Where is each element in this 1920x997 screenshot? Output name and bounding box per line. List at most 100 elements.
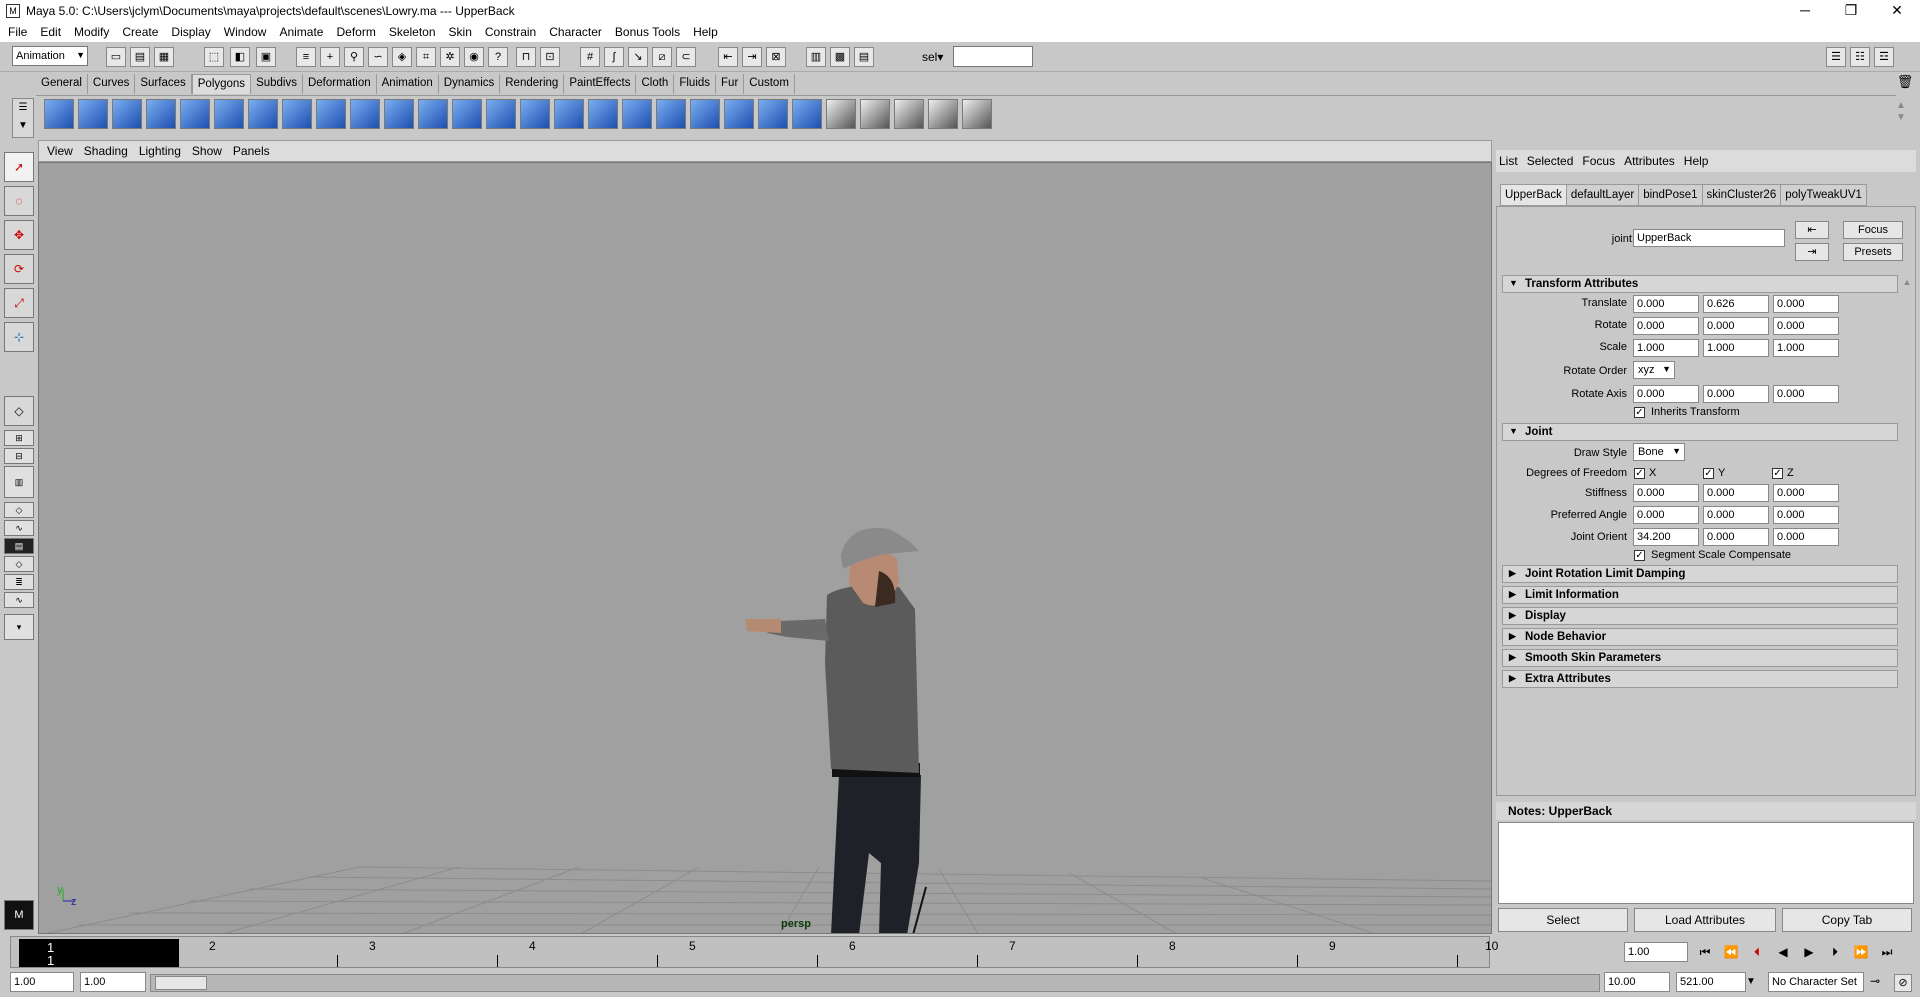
outliner-persp-layout-icon[interactable]: ▥ [4, 466, 34, 498]
ae-menu-focus[interactable]: Focus [1582, 154, 1615, 168]
poly-plane-icon[interactable] [180, 99, 210, 129]
lock-selection-icon[interactable]: ⊓ [516, 47, 536, 67]
poly-cube-icon[interactable] [78, 99, 108, 129]
menu-file[interactable]: File [8, 25, 27, 39]
animation-start-field[interactable]: 1.00 [10, 972, 74, 992]
smooth-icon[interactable] [384, 99, 414, 129]
dopesheet-layout-icon[interactable]: ≣ [4, 574, 34, 590]
translate-z-field[interactable]: 0.000 [1773, 295, 1839, 313]
current-time-field[interactable]: 1.00 [1624, 942, 1688, 962]
ipr-render-icon[interactable]: ▩ [830, 47, 850, 67]
rotate-y-field[interactable]: 0.000 [1703, 317, 1769, 335]
trash-icon[interactable]: 🗑 [1896, 74, 1914, 92]
wedge-face-icon[interactable] [656, 99, 686, 129]
select-deformers-icon[interactable]: ⌗ [416, 47, 436, 67]
spherical-mapping-icon[interactable] [894, 99, 924, 129]
panel-menu-lighting[interactable]: Lighting [139, 144, 181, 158]
show-channel-box-icon[interactable]: ☰ [1826, 47, 1846, 67]
graph-editor-layout-icon[interactable]: ∿ [4, 520, 34, 536]
select-surfaces-icon[interactable]: ◈ [392, 47, 412, 67]
highlight-selection-icon[interactable]: ⊡ [540, 47, 560, 67]
shelf-tab-custom[interactable]: Custom [744, 74, 795, 94]
character-set-field[interactable]: No Character Set [1768, 972, 1864, 992]
range-slider-track[interactable] [150, 974, 1600, 992]
menu-edit[interactable]: Edit [40, 25, 61, 39]
menu-deform[interactable]: Deform [336, 25, 375, 39]
select-hierarchy-icon[interactable]: ⬚ [204, 47, 224, 67]
menu-character[interactable]: Character [549, 25, 602, 39]
rotate-x-field[interactable]: 0.000 [1633, 317, 1699, 335]
shelf-tab-cloth[interactable]: Cloth [636, 74, 675, 94]
ae-tab-bindpose1[interactable]: bindPose1 [1639, 184, 1703, 206]
menu-skeleton[interactable]: Skeleton [389, 25, 436, 39]
shelf-tab-curves[interactable]: Curves [88, 74, 136, 94]
joint-orient-y-field[interactable]: 0.000 [1703, 528, 1769, 546]
shelf-tab-deformation[interactable]: Deformation [303, 74, 377, 94]
inherits-transform-checkbox[interactable]: ✓ [1634, 407, 1645, 418]
auto-key-icon[interactable]: ⊸ [1870, 974, 1880, 988]
section-smooth-skin-parameters[interactable]: ▶ Smooth Skin Parameters [1502, 649, 1898, 667]
four-view-layout-icon[interactable]: ⊞ [4, 430, 34, 446]
panel-menu-view[interactable]: View [47, 144, 73, 158]
graph-layout-icon[interactable]: ∿ [4, 592, 34, 608]
panel-menu-shading[interactable]: Shading [84, 144, 128, 158]
extract-icon[interactable] [724, 99, 754, 129]
automatic-mapping-icon[interactable] [928, 99, 958, 129]
ae-tab-skincluster26[interactable]: skinCluster26 [1702, 184, 1782, 206]
select-tool-icon[interactable]: ➚ [4, 152, 34, 182]
node-name-field[interactable]: UpperBack [1633, 229, 1785, 247]
selection-name-field[interactable] [953, 46, 1033, 67]
load-attributes-button[interactable]: Load Attributes [1634, 908, 1776, 932]
ae-scrollbar[interactable]: ▲ [1901, 277, 1913, 795]
rotate-axis-y-field[interactable]: 0.000 [1703, 385, 1769, 403]
split-polygon-icon[interactable] [520, 99, 550, 129]
input-operations-icon[interactable]: ⇤ [718, 47, 738, 67]
notes-textarea[interactable] [1498, 822, 1914, 904]
animation-end-field[interactable]: 521.00 [1676, 972, 1746, 992]
construction-history-icon[interactable]: ⊠ [766, 47, 786, 67]
menu-create[interactable]: Create [122, 25, 158, 39]
persp-outliner-layout-icon[interactable]: ◇ [4, 556, 34, 572]
copy-tab-button[interactable]: Copy Tab [1782, 908, 1912, 932]
close-button[interactable]: ✕ [1874, 0, 1920, 22]
menu-animate[interactable]: Animate [279, 25, 323, 39]
cylindrical-mapping-icon[interactable] [860, 99, 890, 129]
section-joint[interactable]: ▼ Joint [1502, 423, 1898, 441]
boolean-union-icon[interactable] [350, 99, 380, 129]
scale-x-field[interactable]: 1.000 [1633, 339, 1699, 357]
select-button[interactable]: Select [1498, 908, 1628, 932]
extrude-face-icon[interactable] [418, 99, 448, 129]
shelf-tab-rendering[interactable]: Rendering [500, 74, 565, 94]
section-display[interactable]: ▶ Display [1502, 607, 1898, 625]
menu-set-dropdown[interactable]: Animation ▼ [12, 46, 88, 66]
select-curves-icon[interactable]: ∽ [368, 47, 388, 67]
section-node-behavior[interactable]: ▶ Node Behavior [1502, 628, 1898, 646]
panel-menu-show[interactable]: Show [192, 144, 222, 158]
go-to-input-icon[interactable]: ⇤ [1795, 221, 1829, 239]
translate-x-field[interactable]: 0.000 [1633, 295, 1699, 313]
ae-tab-defaultlayer[interactable]: defaultLayer [1566, 184, 1640, 206]
mask-menu-icon[interactable]: ≡ [296, 47, 316, 67]
dof-x-checkbox[interactable]: ✓ [1634, 468, 1645, 479]
section-transform-attributes[interactable]: ▼ Transform Attributes [1502, 275, 1898, 293]
preferred-angle-y-field[interactable]: 0.000 [1703, 506, 1769, 524]
layout-menu-icon[interactable]: ▾ [4, 614, 34, 640]
select-dynamics-icon[interactable]: ✲ [440, 47, 460, 67]
range-slider-handle[interactable] [155, 976, 207, 990]
playback-end-field[interactable]: 10.00 [1604, 972, 1670, 992]
ae-menu-list[interactable]: List [1499, 154, 1518, 168]
ae-menu-attributes[interactable]: Attributes [1624, 154, 1675, 168]
go-to-output-icon[interactable]: ⇥ [1795, 243, 1829, 261]
joint-orient-z-field[interactable]: 0.000 [1773, 528, 1839, 546]
select-misc-icon[interactable]: ? [488, 47, 508, 67]
menu-display[interactable]: Display [171, 25, 210, 39]
menu-skin[interactable]: Skin [449, 25, 472, 39]
single-perspective-layout-icon[interactable]: ◇ [4, 396, 34, 426]
step-back-frame-icon[interactable]: ⏴ [1746, 942, 1768, 962]
lasso-tool-icon[interactable]: ◌ [4, 186, 34, 216]
bevel-icon[interactable] [486, 99, 516, 129]
stiffness-z-field[interactable]: 0.000 [1773, 484, 1839, 502]
menu-help[interactable]: Help [693, 25, 718, 39]
poly-sphere-icon[interactable] [44, 99, 74, 129]
ae-tab-polytweakuv1[interactable]: polyTweakUV1 [1781, 184, 1867, 206]
